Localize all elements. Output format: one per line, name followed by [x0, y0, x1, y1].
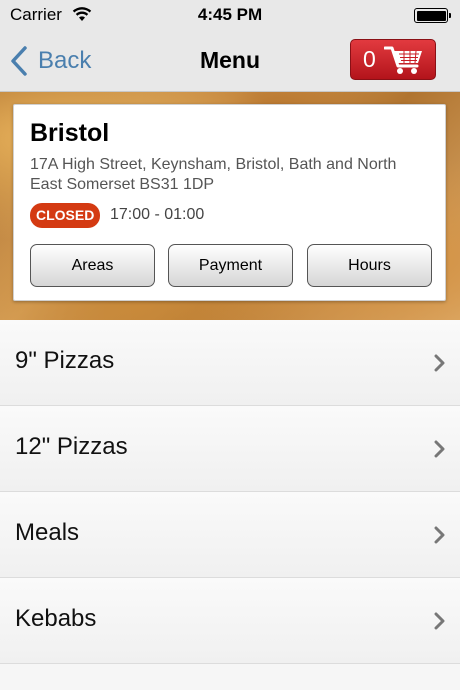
status-bar: Carrier 4:45 PM: [0, 0, 460, 30]
chevron-right-icon: [434, 612, 445, 630]
back-button[interactable]: Back: [10, 44, 91, 78]
areas-button[interactable]: Areas: [30, 244, 155, 287]
cart-count: 0: [363, 46, 376, 72]
menu-item-meals[interactable]: Meals: [0, 492, 460, 578]
menu-item-label: 9" Pizzas: [15, 347, 115, 374]
chevron-right-icon: [434, 354, 445, 372]
cart-button[interactable]: 0: [350, 39, 436, 80]
back-label: Back: [38, 47, 92, 74]
shopping-cart-icon: [383, 46, 422, 74]
menu-item-label: Kebabs: [15, 605, 97, 632]
menu-item-label: 12" Pizzas: [15, 433, 128, 460]
menu-category-list: 9" Pizzas 12" Pizzas Meals Kebabs: [0, 320, 460, 690]
menu-item-label: Meals: [15, 519, 80, 546]
chevron-right-icon: [434, 440, 445, 458]
battery-icon: [414, 8, 451, 23]
payment-button[interactable]: Payment: [168, 244, 293, 287]
opening-hours: 17:00 - 01:00: [110, 206, 205, 223]
menu-item-9-inch-pizzas[interactable]: 9" Pizzas: [0, 320, 460, 406]
chevron-right-icon: [434, 526, 445, 544]
chevron-left-icon: [11, 46, 27, 76]
status-badge: CLOSED: [30, 203, 101, 228]
store-name: Bristol: [30, 119, 110, 147]
store-info-card: Bristol 17A High Street, Keynsham, Brist…: [13, 104, 446, 301]
store-address: 17A High Street, Keynsham, Bristol, Bath…: [30, 156, 397, 193]
clock: 4:45 PM: [197, 5, 263, 24]
hours-button[interactable]: Hours: [307, 244, 432, 287]
navigation-bar: Back Menu 0: [0, 30, 460, 92]
menu-item-kebabs[interactable]: Kebabs: [0, 578, 460, 664]
menu-item-12-inch-pizzas[interactable]: 12" Pizzas: [0, 406, 460, 492]
